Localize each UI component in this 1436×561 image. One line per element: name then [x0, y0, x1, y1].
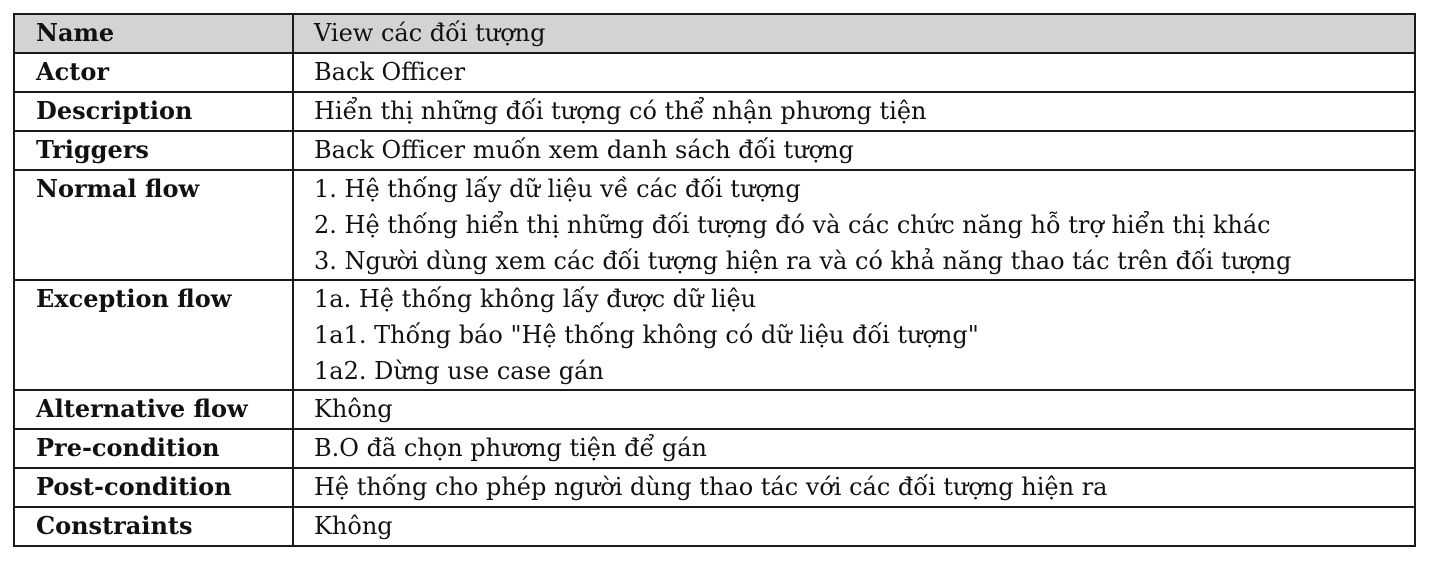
exception-flow-steps: 1a. Hệ thống không lấy được dữ liệu 1a1.…: [292, 279, 1416, 391]
normal-flow-steps: 1. Hệ thống lấy dữ liệu về các đối tượng…: [292, 169, 1416, 281]
pre-condition-label: Pre-condition: [13, 428, 294, 469]
name-label: Name: [13, 13, 294, 54]
constraints-value: Không: [292, 506, 1416, 547]
row-triggers: Triggers Back Officer muốn xem danh sách…: [13, 130, 1416, 171]
row-alternative-flow: Alternative flow Không: [13, 389, 1416, 430]
post-condition-label: Post-condition: [13, 467, 294, 508]
description-label: Description: [13, 91, 294, 132]
row-pre-condition: Pre-condition B.O đã chọn phương tiện để…: [13, 428, 1416, 469]
exception-flow-step: 1a2. Dừng use case gán: [314, 357, 604, 385]
triggers-label: Triggers: [13, 130, 294, 171]
row-post-condition: Post-condition Hệ thống cho phép người d…: [13, 467, 1416, 508]
post-condition-value: Hệ thống cho phép người dùng thao tác vớ…: [292, 467, 1416, 508]
alternative-flow-label: Alternative flow: [13, 389, 294, 430]
exception-flow-step: 1a1. Thống báo "Hệ thống không có dữ liệ…: [314, 321, 979, 349]
actor-value: Back Officer: [292, 52, 1416, 93]
triggers-value: Back Officer muốn xem danh sách đối tượn…: [292, 130, 1416, 171]
actor-label: Actor: [13, 52, 294, 93]
exception-flow-step: 1a. Hệ thống không lấy được dữ liệu: [314, 285, 757, 313]
row-name: Name View các đối tượng: [13, 13, 1416, 54]
pre-condition-value: B.O đã chọn phương tiện để gán: [292, 428, 1416, 469]
row-constraints: Constraints Không: [13, 506, 1416, 547]
normal-flow-step: 2. Hệ thống hiển thị những đối tượng đó …: [314, 211, 1271, 239]
normal-flow-step: 1. Hệ thống lấy dữ liệu về các đối tượng: [314, 175, 801, 203]
row-actor: Actor Back Officer: [13, 52, 1416, 93]
exception-flow-label: Exception flow: [13, 279, 294, 391]
use-case-table: Name View các đối tượng Actor Back Offic…: [13, 13, 1416, 547]
row-normal-flow: Normal flow 1. Hệ thống lấy dữ liệu về c…: [13, 169, 1416, 281]
normal-flow-label: Normal flow: [13, 169, 294, 281]
alternative-flow-value: Không: [292, 389, 1416, 430]
description-value: Hiển thị những đối tượng có thể nhận phư…: [292, 91, 1416, 132]
row-description: Description Hiển thị những đối tượng có …: [13, 91, 1416, 132]
name-value: View các đối tượng: [292, 13, 1416, 54]
normal-flow-step: 3. Người dùng xem các đối tượng hiện ra …: [314, 247, 1292, 275]
row-exception-flow: Exception flow 1a. Hệ thống không lấy đư…: [13, 279, 1416, 391]
constraints-label: Constraints: [13, 506, 294, 547]
